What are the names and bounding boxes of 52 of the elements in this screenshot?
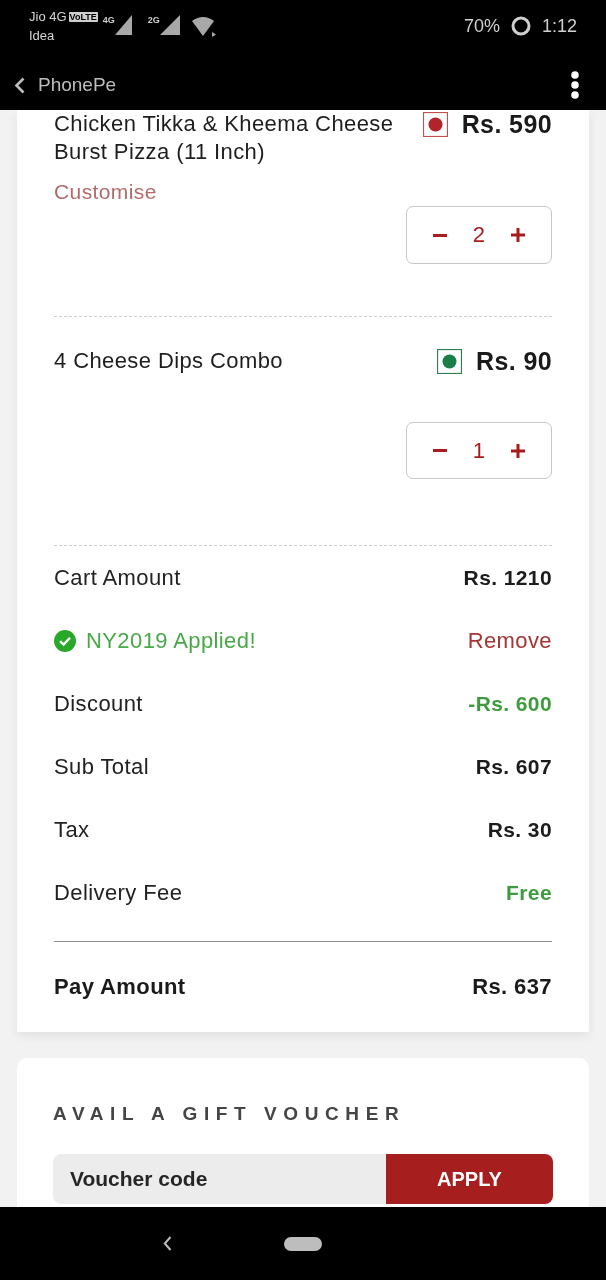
summary-value: Rs. 1210 [463,564,552,591]
summary-value: Rs. 30 [487,816,552,843]
clock-time: 1:12 [541,15,577,37]
item-price: Rs. 90 [475,347,552,375]
customise-link[interactable]: Customise [54,178,157,206]
increase-button[interactable] [511,443,525,458]
more-options-icon [571,71,579,99]
plus-icon [511,228,525,242]
voucher-code-field[interactable]: Voucher code [53,1154,386,1204]
summary-label: Cart Amount [54,563,181,592]
total-value: Rs. 637 [472,973,552,1001]
back-button[interactable]: PhonePe [14,70,117,100]
summary-label: Delivery Fee [54,878,183,907]
battery-percentage: 70% [463,15,500,37]
minus-icon [432,449,447,452]
summary-label: Tax [54,815,90,844]
item-name: Chicken Tikka & Kheema Cheese Burst Pizza (11 Inch) [54,110,395,166]
summary-value: -Rs. 600 [468,690,552,717]
volte-badge: VoLTE [68,12,98,22]
carrier-name: Jio 4G [29,9,67,25]
item-name: 4 Cheese Dips Combo [54,347,284,375]
coupon-applied-text: NY2019 Applied! [86,626,256,655]
plus-icon [511,443,525,458]
carrier-name: Idea [29,28,56,44]
decrease-button[interactable] [432,449,447,452]
summary-value: Rs. 607 [475,753,552,780]
item-price: Rs. 590 [461,110,552,138]
network-type-label: 2G [147,15,160,25]
back-icon [14,76,25,94]
wifi-icon [191,16,216,38]
summary-label: Discount [54,689,143,718]
signal-icon [159,15,180,35]
increase-button[interactable] [511,228,525,242]
more-options-button[interactable] [571,71,579,99]
summary-value: Free [506,879,552,906]
network-type-label: 4G [102,15,115,25]
check-circle-icon [54,629,76,652]
minus-icon [432,233,447,237]
decrease-button[interactable] [432,233,447,237]
home-handle[interactable] [284,1236,322,1251]
summary-label: Sub Total [54,752,149,781]
signal-icon [114,15,132,35]
non-veg-symbol-icon [422,111,448,137]
back-icon[interactable] [163,1236,172,1251]
veg-symbol-icon [436,348,462,374]
section-title: AVAIL A GIFT VOUCHER [53,1102,407,1126]
total-label: Pay Amount [54,973,186,1001]
remove-link[interactable]: Remove [467,626,552,655]
quantity-value: 2 [472,221,485,249]
battery-ring-icon [510,16,531,36]
quantity-value: 1 [472,436,485,465]
apply-button[interactable]: APPLY [386,1154,553,1204]
